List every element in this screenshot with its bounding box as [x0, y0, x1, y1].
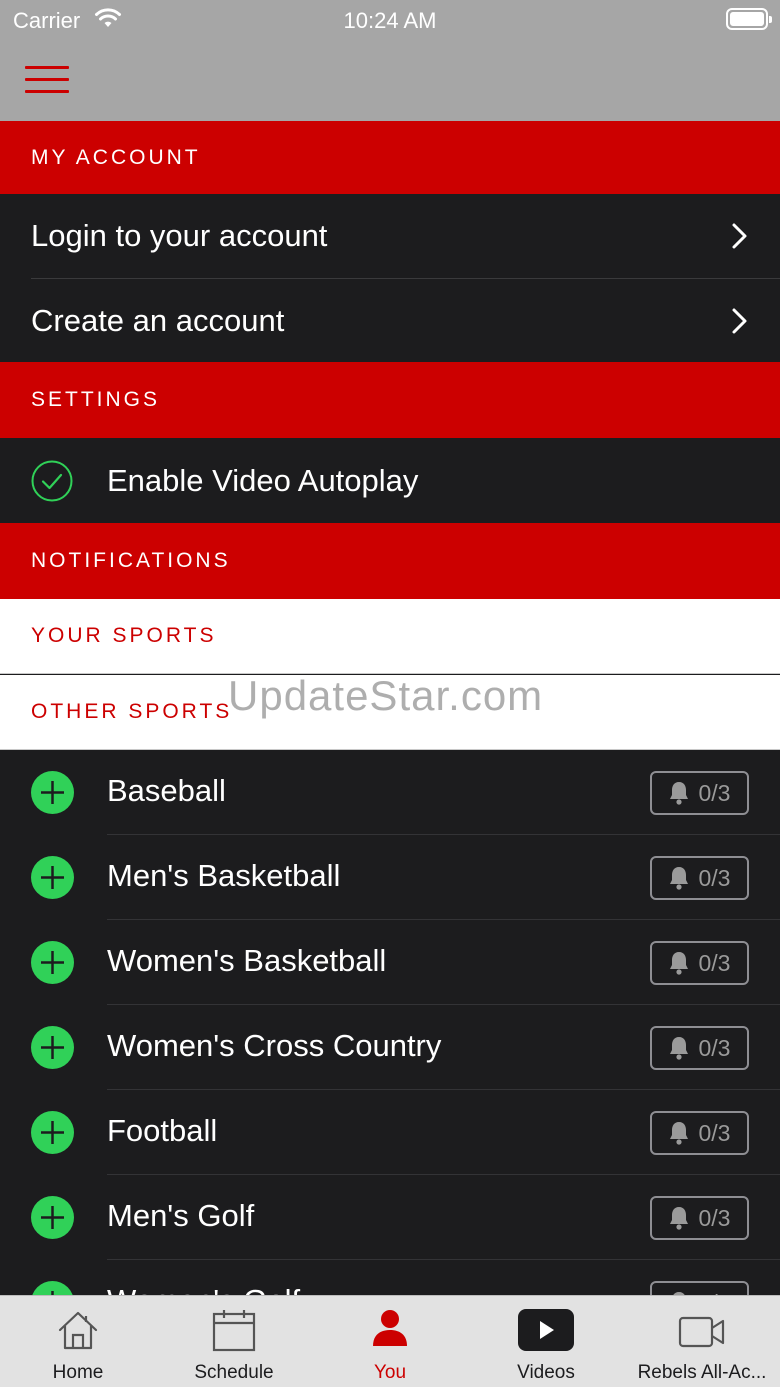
status-time: 10:24 AM [343, 8, 437, 33]
create-account-row[interactable]: Create an account [0, 279, 780, 362]
notification-count-button[interactable]: 0/3 [650, 771, 749, 815]
autoplay-label: Enable Video Autoplay [107, 462, 419, 498]
video-camera-icon [678, 1316, 725, 1348]
bell-icon [669, 867, 688, 890]
notification-count: 0/3 [698, 864, 731, 891]
tab-rebels-all-access[interactable]: Rebels All-Ac... [632, 1296, 772, 1387]
sport-row[interactable]: Baseball 0/3 [0, 750, 780, 835]
my-account-header-label: MY ACCOUNT [31, 145, 201, 169]
sport-name: Men's Golf [107, 1198, 255, 1233]
status-bar: Carrier 10:24 AM [0, 0, 780, 40]
notification-count-button[interactable]: 0/3 [650, 1026, 749, 1070]
notification-count: 0/3 [698, 779, 731, 806]
plus-circle-icon[interactable] [31, 1026, 74, 1069]
plus-circle-icon[interactable] [31, 856, 74, 899]
calendar-icon [212, 1310, 256, 1352]
other-sports-label: OTHER SPORTS [31, 700, 233, 723]
notification-count-button[interactable]: 0/3 [650, 856, 749, 900]
navigation-bar [0, 40, 780, 121]
chevron-right-icon [732, 308, 747, 333]
tab-rebels-label: Rebels All-Ac... [637, 1362, 767, 1383]
play-icon [518, 1309, 574, 1351]
bell-icon [669, 1037, 688, 1060]
sport-row[interactable]: Men's Basketball 0/3 [0, 835, 780, 920]
notification-count: 0/3 [698, 1119, 731, 1146]
plus-circle-icon[interactable] [31, 941, 74, 984]
settings-header: SETTINGS [0, 362, 780, 438]
bell-icon [669, 782, 688, 805]
your-sports-label: YOUR SPORTS [31, 624, 217, 647]
notification-count: 0/3 [698, 949, 731, 976]
tab-schedule[interactable]: Schedule [174, 1296, 294, 1387]
sport-name: Women's Basketball [107, 943, 387, 978]
bell-icon [669, 1207, 688, 1230]
bell-icon [669, 952, 688, 975]
sport-name: Football [107, 1113, 218, 1148]
tab-schedule-label: Schedule [194, 1362, 274, 1383]
sport-name: Baseball [107, 773, 226, 808]
bell-icon [669, 1122, 688, 1145]
plus-circle-icon[interactable] [31, 1111, 74, 1154]
notification-count-button[interactable]: 0/3 [650, 1111, 749, 1155]
notifications-header: NOTIFICATIONS [0, 523, 780, 599]
sport-row[interactable]: Football 0/3 [0, 1090, 780, 1175]
sport-row[interactable]: Women's Cross Country 0/3 [0, 1005, 780, 1090]
autoplay-row[interactable]: Enable Video Autoplay [0, 438, 780, 523]
hamburger-menu-icon[interactable] [25, 66, 69, 94]
tab-videos[interactable]: Videos [486, 1296, 606, 1387]
tab-you-label: You [373, 1362, 407, 1383]
settings-header-label: SETTINGS [31, 388, 161, 411]
sport-name: Men's Basketball [107, 858, 341, 893]
person-icon [373, 1310, 407, 1346]
notification-count-button[interactable]: 0/3 [650, 941, 749, 985]
home-icon [58, 1311, 98, 1350]
tab-home-label: Home [52, 1362, 104, 1383]
notifications-header-label: NOTIFICATIONS [31, 549, 231, 572]
login-row[interactable]: Login to your account [0, 194, 780, 278]
my-account-header: MY ACCOUNT [0, 121, 780, 194]
notification-count: 0/3 [698, 1034, 731, 1061]
login-label: Login to your account [31, 218, 328, 253]
sport-row[interactable]: Women's Basketball 0/3 [0, 920, 780, 1005]
chevron-right-icon [732, 223, 747, 249]
your-sports-header: YOUR SPORTS [0, 599, 780, 674]
notification-count-button[interactable]: 0/3 [650, 1196, 749, 1240]
battery-icon [726, 8, 772, 30]
tab-videos-label: Videos [517, 1362, 575, 1383]
other-sports-header: OTHER SPORTS [0, 675, 780, 750]
sport-row[interactable]: Men's Golf 0/3 [0, 1175, 780, 1260]
sport-name: Women's Cross Country [107, 1028, 442, 1063]
plus-circle-icon[interactable] [31, 771, 74, 814]
notification-count: 0/3 [698, 1204, 731, 1231]
plus-circle-icon[interactable] [31, 1196, 74, 1239]
tab-you[interactable]: You [330, 1296, 450, 1387]
tab-bar: Home Schedule You Videos Rebels All-Ac..… [0, 1295, 780, 1387]
check-circle-icon[interactable] [31, 460, 73, 502]
create-account-label: Create an account [31, 302, 285, 338]
tab-home[interactable]: Home [18, 1296, 138, 1387]
